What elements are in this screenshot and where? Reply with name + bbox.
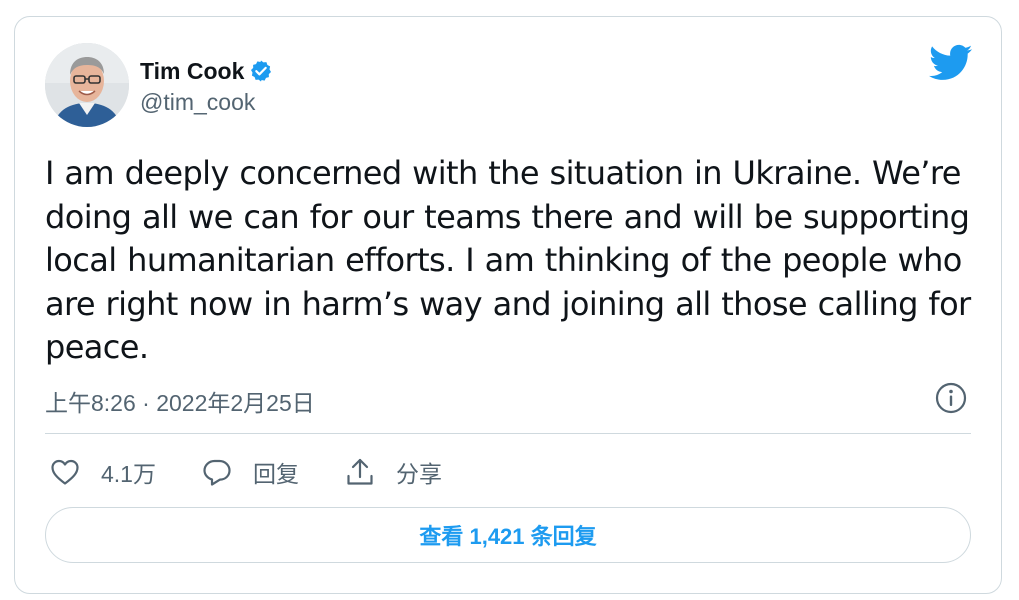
share-button[interactable]: 分享 [344, 455, 442, 489]
share-upload-icon [347, 458, 373, 485]
speech-bubble-icon [203, 459, 231, 486]
author-handle[interactable]: @tim_cook [140, 89, 273, 116]
like-count: 4.1万 [101, 461, 156, 487]
avatar[interactable] [45, 43, 129, 127]
verified-badge-icon [251, 60, 272, 82]
tweet-card: Tim Cook @tim_cook I am deeply concerned… [14, 16, 1002, 594]
user-info: Tim Cook @tim_cook [140, 54, 273, 116]
name-row: Tim Cook [140, 54, 273, 88]
avatar-image [45, 43, 129, 127]
reply-label: 回复 [252, 461, 299, 487]
info-icon[interactable] [934, 381, 968, 415]
action-bar: 4.1万 回复 分享 [49, 452, 487, 492]
view-replies-button[interactable]: 查看 1,421 条回复 [45, 507, 971, 563]
heart-icon [51, 459, 79, 485]
like-button[interactable]: 4.1万 [49, 455, 156, 489]
twitter-bird-icon[interactable] [929, 44, 973, 82]
divider [45, 433, 971, 434]
tweet-body: I am deeply concerned with the situation… [45, 154, 971, 366]
tweet-timestamp[interactable]: 上午8:26 · 2022年2月25日 [45, 384, 315, 418]
author-name[interactable]: Tim Cook [140, 58, 244, 85]
tweet-header: Tim Cook @tim_cook [45, 43, 273, 127]
share-label: 分享 [395, 461, 442, 487]
reply-button[interactable]: 回复 [201, 455, 299, 489]
